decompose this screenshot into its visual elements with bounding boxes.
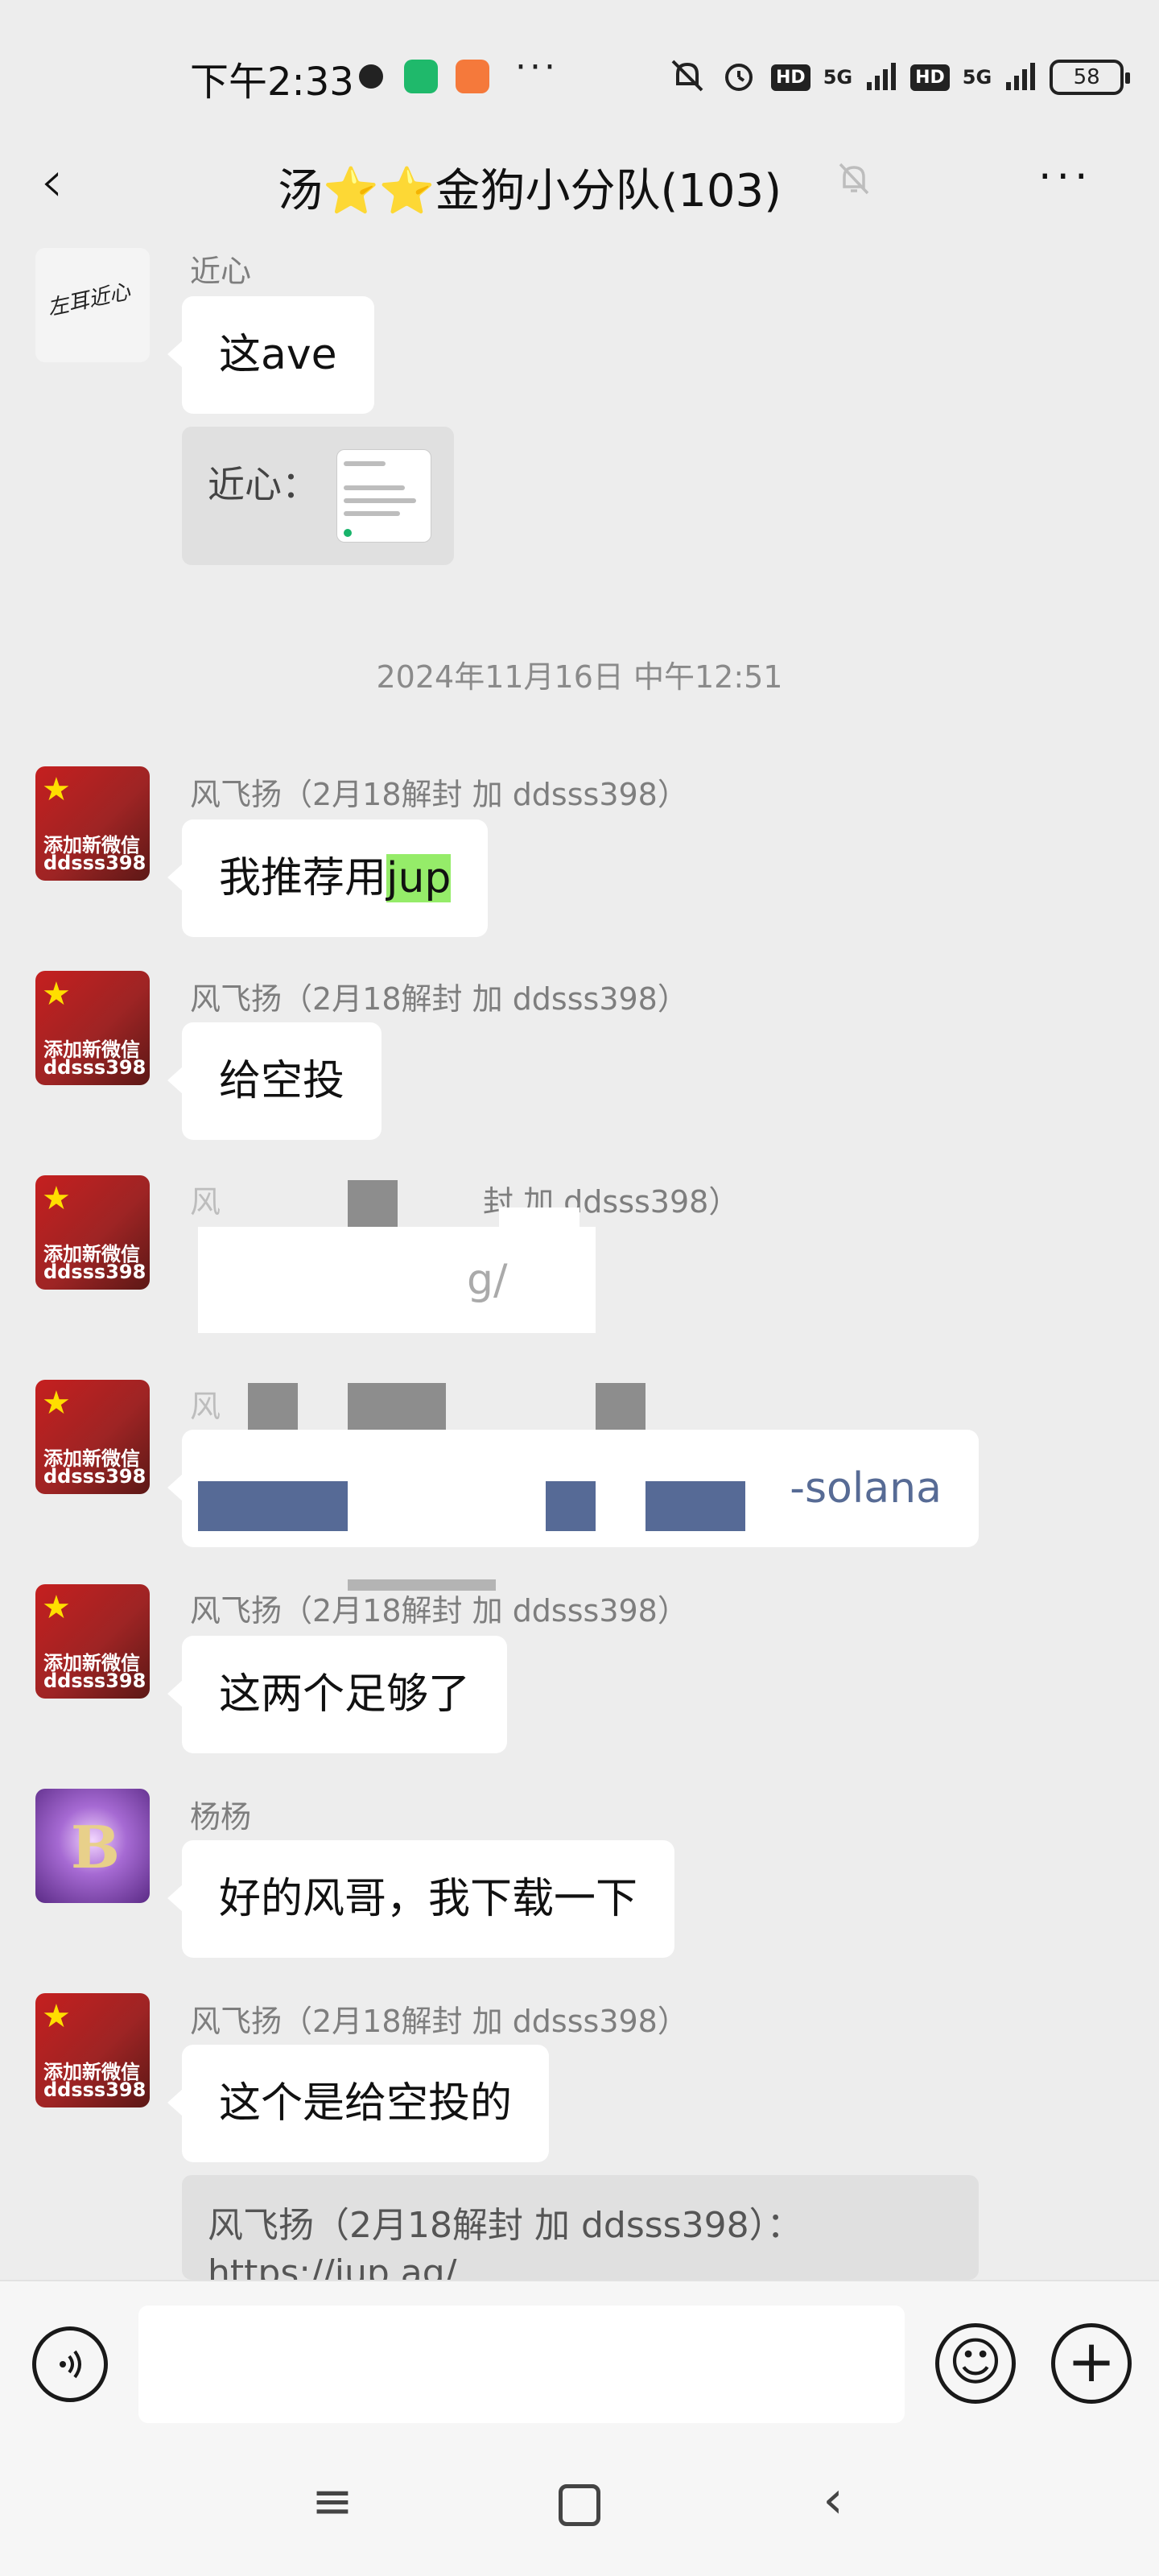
avatar-yangyang[interactable]: B [35, 1789, 150, 1903]
voice-icon [60, 2350, 81, 2379]
redaction-block [596, 1383, 645, 1433]
message-bubble[interactable]: 我推荐用jup [167, 819, 489, 937]
nav-menu-button[interactable]: ≡ [304, 2473, 361, 2529]
hd-voice-icon: HD [771, 64, 810, 91]
message-sender: 风飞扬（2月18解封 加 ddsss398） [190, 1593, 688, 1629]
message-input[interactable] [138, 2306, 905, 2423]
bell-off-icon [834, 158, 879, 203]
redaction-block [499, 1208, 580, 1232]
message-bubble[interactable]: 好的风哥，我下载一下 [167, 1840, 675, 1958]
voice-input-button[interactable] [32, 2326, 108, 2402]
avatar-fengfeiyang[interactable]: ★ 添加新微信 ddsss398 [35, 971, 150, 1085]
signal-bars-icon-2 [1004, 60, 1037, 95]
redaction-block [645, 1481, 745, 1531]
more-options-button[interactable]: ··· [1038, 153, 1111, 209]
signal-5g-icon-2: 5G [962, 66, 992, 89]
avatar-fengfeiyang[interactable]: ★ 添加新微信 ddsss398 [35, 766, 150, 881]
message-sender: 杨杨 [190, 1799, 252, 1835]
redaction-block [198, 1481, 348, 1531]
security-app-icon [404, 60, 438, 93]
message-sender-fragment: 风 [190, 1184, 221, 1220]
redaction-block [348, 1383, 446, 1433]
app-notification-icon [359, 64, 383, 89]
quote-prefix: 近心： [208, 463, 319, 506]
redaction-block [248, 1383, 298, 1433]
back-button[interactable]: ‹ [40, 149, 105, 213]
redacted-text-fragment: g/ [467, 1256, 508, 1304]
nav-back-button[interactable]: ‹ [805, 2468, 861, 2533]
alarm-icon [720, 56, 758, 98]
avatar-fengfeiyang[interactable]: ★ 添加新微信 ddsss398 [35, 1175, 150, 1290]
redaction-block [348, 1180, 398, 1230]
redacted-message-bubble [198, 1227, 596, 1333]
avatar-fengfeiyang[interactable]: ★ 添加新微信 ddsss398 [35, 1380, 150, 1494]
avatar-fengfeiyang[interactable]: ★ 添加新微信 ddsss398 [35, 1993, 150, 2107]
message-sender: 近心 [190, 254, 252, 289]
chat-timestamp: 2024年11月16日 中午12:51 [376, 659, 783, 695]
avatar-signature-text: 左耳近心 [45, 279, 133, 321]
hd-voice-icon-2: HD [910, 64, 950, 91]
chat-title: 汤⭐⭐金狗小分队(103) [278, 165, 782, 217]
status-right-group: HD 5G HD 5G 58 [668, 55, 1131, 100]
system-nav-bar: ≡ ‹ [0, 2441, 1159, 2576]
signal-5g-icon: 5G [823, 66, 853, 89]
chat-header: ‹ 汤⭐⭐金狗小分队(103) ··· [0, 121, 1159, 242]
message-sender: 风飞扬（2月18解封 加 ddsss398） [190, 2004, 688, 2039]
avatar-jinxin[interactable]: 左耳近心 [35, 248, 150, 362]
message-bubble[interactable]: 这ave [167, 296, 374, 414]
quote-link[interactable]: https://jup.ag/ [208, 2252, 456, 2280]
emoji-button[interactable]: ☺ [935, 2323, 1016, 2404]
quote-line: 风飞扬（2月18解封 加 ddsss398）： [208, 2205, 802, 2246]
nav-home-button[interactable] [559, 2484, 600, 2526]
battery-icon: 58 [1050, 60, 1131, 95]
shopping-app-icon [456, 60, 489, 93]
highlighted-text: jup [386, 854, 452, 902]
quoted-image-thumbnail[interactable] [336, 449, 431, 543]
more-notifications-icon: ··· [515, 47, 559, 88]
silent-mode-icon [668, 56, 707, 98]
avatar-fengfeiyang[interactable]: ★ 添加新微信 ddsss398 [35, 1584, 150, 1699]
status-time: 下午2:33 [190, 60, 354, 105]
message-bubble[interactable]: 这两个足够了 [167, 1636, 508, 1753]
status-bar: 下午2:33 ··· HD 5G HD 5G 58 [0, 0, 1159, 121]
message-bubble[interactable]: 这个是给空投的 [167, 2045, 550, 2162]
redaction-block [546, 1481, 596, 1531]
message-sender: 风飞扬（2月18解封 加 ddsss398） [190, 777, 688, 812]
plus-button[interactable]: + [1051, 2323, 1132, 2404]
message-text: 我推荐用 [219, 854, 387, 902]
message-bubble[interactable]: 给空投 [167, 1022, 382, 1140]
input-bar: ☺ + [0, 2280, 1159, 2441]
message-sender-fragment: 风 [190, 1389, 221, 1424]
quoted-reply[interactable]: 风飞扬（2月18解封 加 ddsss398）： https://jup.ag/ [182, 2175, 979, 2280]
signal-bars-icon [865, 60, 897, 95]
message-sender: 风飞扬（2月18解封 加 ddsss398） [190, 981, 688, 1017]
link-text-fragment[interactable]: -solana [790, 1430, 942, 1547]
